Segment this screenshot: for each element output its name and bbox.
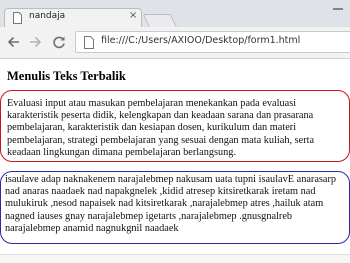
- url-text[interactable]: file:///C:/Users/AXIOO/Desktop/form1.htm…: [101, 35, 300, 46]
- minimize-icon[interactable]: [332, 3, 344, 11]
- tab-strip: nandaja ×: [0, 0, 350, 28]
- address-bar[interactable]: file:///C:/Users/AXIOO/Desktop/form1.htm…: [75, 31, 350, 53]
- page-heading: Menulis Teks Terbalik: [7, 69, 126, 83]
- new-tab-button[interactable]: [142, 14, 178, 28]
- tab-title: nandaja: [29, 11, 66, 21]
- reload-icon[interactable]: [51, 34, 67, 50]
- close-icon[interactable]: ×: [129, 10, 137, 21]
- back-arrow-icon[interactable]: [6, 34, 22, 50]
- forward-arrow-icon[interactable]: [27, 34, 43, 50]
- browser-tab[interactable]: nandaja ×: [4, 8, 142, 27]
- file-icon: [84, 36, 94, 49]
- reversed-paragraph: isaulave adap naknakenem narajalebmep na…: [5, 174, 337, 234]
- page-icon: [13, 12, 22, 24]
- normal-paragraph: Evaluasi input atau masukan pembelajaran…: [7, 98, 315, 158]
- browser-toolbar: file:///C:/Users/AXIOO/Desktop/form1.htm…: [0, 27, 350, 59]
